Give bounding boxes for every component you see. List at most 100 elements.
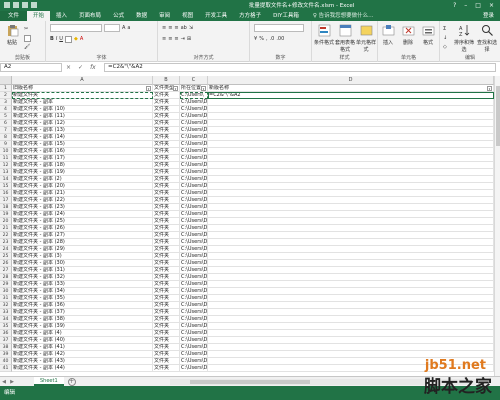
row-header[interactable]: 6 xyxy=(0,120,12,127)
close-button[interactable]: × xyxy=(489,2,494,9)
cell-location[interactable]: C:\Users\Desktop\新建文件夹 xyxy=(180,365,208,372)
cell-file-type[interactable]: 文件夹 xyxy=(153,323,180,330)
font-size-dropdown[interactable] xyxy=(104,24,120,32)
row-header[interactable]: 28 xyxy=(0,274,12,281)
prev-sheet-icon[interactable]: ◀ xyxy=(0,379,8,385)
cell-file-type[interactable]: 文件夹 xyxy=(153,113,180,120)
column-header-d[interactable]: D xyxy=(208,76,494,85)
customize-icon[interactable] xyxy=(31,2,37,8)
cell-location[interactable]: C:\Users\Desktop\新建文件夹 xyxy=(180,127,208,134)
autosum-button[interactable]: Σ xyxy=(443,25,446,33)
cell-old-name[interactable]: 新建文件夹 - 副本 (15) xyxy=(12,141,153,148)
row-header[interactable]: 4 xyxy=(0,106,12,113)
cell-location[interactable]: C:\Users\Desktop\新建文件夹 xyxy=(180,225,208,232)
cell-old-name[interactable]: 新建文件夹 - 副本 (10) xyxy=(12,106,153,113)
cell-location[interactable]: C:\Users\Desktop\新建文件夹 xyxy=(180,288,208,295)
row-header[interactable]: 3 xyxy=(0,99,12,106)
cell-old-name[interactable]: 新建文件夹 xyxy=(12,92,153,99)
row-header[interactable]: 16 xyxy=(0,190,12,197)
cell-new-name[interactable] xyxy=(208,260,494,267)
row-header[interactable]: 39 xyxy=(0,351,12,358)
cell-new-name[interactable] xyxy=(208,211,494,218)
align-middle-icon[interactable]: ≡ xyxy=(168,25,172,31)
shrink-font-icon[interactable]: a xyxy=(127,25,130,31)
cell-old-name[interactable]: 新建文件夹 - 副本 (44) xyxy=(12,365,153,372)
cell-file-type[interactable]: 文件夹 xyxy=(153,239,180,246)
cell-new-name[interactable] xyxy=(208,239,494,246)
header-cell-old-name[interactable]: 旧版名称 ▾ xyxy=(12,85,153,92)
cell-new-name[interactable] xyxy=(208,183,494,190)
cell-new-name[interactable] xyxy=(208,288,494,295)
cell-location[interactable]: C:\Users\Desktop\新建文件夹 xyxy=(180,204,208,211)
cell-old-name[interactable]: 新建文件夹 - 副本 xyxy=(12,99,153,106)
cell-location[interactable]: C:\Users\Desktop\新建文件夹 xyxy=(180,239,208,246)
cell-new-name[interactable] xyxy=(208,274,494,281)
cell-new-name[interactable] xyxy=(208,204,494,211)
cell-location[interactable]: C:\Users\Desktop\新建文件夹 xyxy=(180,197,208,204)
cell-file-type[interactable]: 文件夹 xyxy=(153,127,180,134)
row-header[interactable]: 2 xyxy=(0,92,12,99)
cell-location[interactable]: C:\Users\Desktop\新建文件夹 xyxy=(180,246,208,253)
cell-new-name[interactable] xyxy=(208,155,494,162)
clear-button[interactable]: ◇ xyxy=(443,43,447,51)
delete-cells-button[interactable]: 删除 xyxy=(399,24,417,46)
cell-file-type[interactable]: 文件夹 xyxy=(153,141,180,148)
currency-icon[interactable]: ¥ xyxy=(254,36,257,42)
cell-location[interactable]: C:\Users\ xyxy=(180,92,208,99)
cell-location[interactable]: C:\Users\Desktop\新建文件夹 xyxy=(180,106,208,113)
fill-button[interactable]: ↓ xyxy=(443,34,447,42)
indent-icon[interactable]: ⇥ xyxy=(181,36,185,42)
bold-icon[interactable]: B xyxy=(50,36,54,42)
cell-new-name[interactable] xyxy=(208,162,494,169)
cell-new-name[interactable] xyxy=(208,218,494,225)
grow-font-icon[interactable]: A xyxy=(122,25,125,31)
cell-old-name[interactable]: 新建文件夹 - 副本 (2) xyxy=(12,176,153,183)
row-header[interactable]: 40 xyxy=(0,358,12,365)
cell-file-type[interactable]: 文件夹 xyxy=(153,274,180,281)
cell-location[interactable]: C:\Users\Desktop\新建文件夹 xyxy=(180,190,208,197)
tab-page-layout[interactable]: 页面布局 xyxy=(73,11,107,21)
enter-icon[interactable]: ✓ xyxy=(78,64,83,71)
merge-center-icon[interactable]: ⊞ xyxy=(187,36,191,42)
cell-new-name[interactable]: =C2&"\"&A2 xyxy=(208,92,494,99)
cell-old-name[interactable]: 新建文件夹 - 副本 (12) xyxy=(12,120,153,127)
cancel-icon[interactable]: × xyxy=(66,64,71,71)
tab-fangfang[interactable]: 方方格子 xyxy=(233,11,267,21)
cell-old-name[interactable]: 新建文件夹 - 副本 (38) xyxy=(12,316,153,323)
row-header[interactable]: 18 xyxy=(0,204,12,211)
header-cell-file-type[interactable]: 文件类型 ▾ xyxy=(153,85,180,92)
table-format-button[interactable]: 套用表格格式 xyxy=(335,24,355,53)
cell-location[interactable]: C:\Users\Desktop\新建文件夹 xyxy=(180,358,208,365)
cell-file-type[interactable]: 文件夹 xyxy=(153,330,180,337)
row-header[interactable]: 17 xyxy=(0,197,12,204)
row-header[interactable]: 7 xyxy=(0,127,12,134)
format-painter-button[interactable]: 🖌 xyxy=(24,43,30,51)
cell-old-name[interactable]: 新建文件夹 - 副本 (27) xyxy=(12,232,153,239)
cell-old-name[interactable]: 新建文件夹 - 副本 (28) xyxy=(12,239,153,246)
cell-old-name[interactable]: 新建文件夹 - 副本 (31) xyxy=(12,267,153,274)
cell-location[interactable]: C:\Users\Desktop\新建文件夹 xyxy=(180,218,208,225)
cell-location[interactable]: C:\Users\Desktop\新建文件夹 xyxy=(180,330,208,337)
row-header[interactable]: 26 xyxy=(0,260,12,267)
cell-new-name[interactable] xyxy=(208,246,494,253)
cell-file-type[interactable]: 文件夹 xyxy=(153,197,180,204)
cell-new-name[interactable] xyxy=(208,106,494,113)
worksheet-grid[interactable]: A B C D 1 旧版名称 ▾ 文件类型 ▾ 所在位置 ▾ 新版名称 ▾ 2新… xyxy=(0,76,500,376)
row-header[interactable]: 24 xyxy=(0,246,12,253)
percent-icon[interactable]: % xyxy=(259,36,264,42)
cell-new-name[interactable] xyxy=(208,302,494,309)
cell-location[interactable]: C:\Users\Desktop\新建文件夹 xyxy=(180,162,208,169)
row-header[interactable]: 30 xyxy=(0,288,12,295)
cell-file-type[interactable]: 文件夹 xyxy=(153,337,180,344)
underline-icon[interactable]: U xyxy=(59,36,63,42)
cell-new-name[interactable] xyxy=(208,309,494,316)
cell-location[interactable]: C:\Users\Desktop\新建文件夹 xyxy=(180,309,208,316)
row-header[interactable]: 8 xyxy=(0,134,12,141)
comma-icon[interactable]: , xyxy=(266,36,268,42)
redo-icon[interactable] xyxy=(22,2,28,8)
cell-file-type[interactable]: 文件夹 xyxy=(153,169,180,176)
filter-dropdown-icon[interactable]: ▾ xyxy=(201,86,206,91)
font-color-icon[interactable]: A xyxy=(80,36,83,42)
header-cell-location[interactable]: 所在位置 ▾ xyxy=(180,85,208,92)
cell-new-name[interactable] xyxy=(208,330,494,337)
